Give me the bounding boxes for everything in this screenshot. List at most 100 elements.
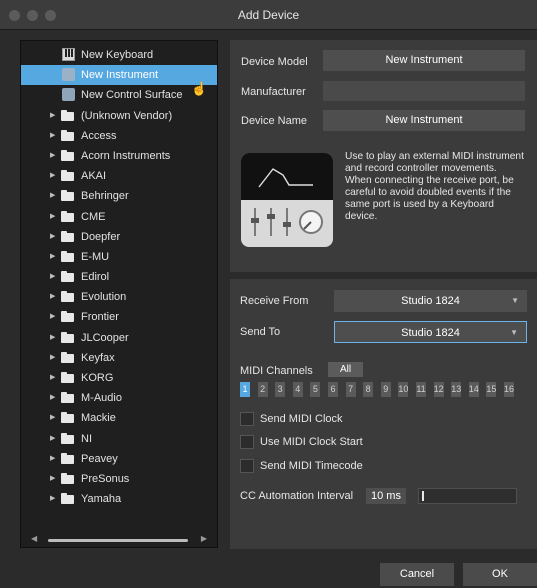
- device-tree-panel: New Keyboard New Instrument New Control Su…: [20, 40, 218, 548]
- expand-triangle-icon[interactable]: ▶: [50, 348, 55, 368]
- expand-triangle-icon[interactable]: ▶: [50, 106, 55, 126]
- expand-triangle-icon[interactable]: ▶: [50, 186, 55, 206]
- midi-channel-button[interactable]: 1: [240, 382, 250, 397]
- expand-triangle-icon[interactable]: ▶: [50, 146, 55, 166]
- scroll-right-icon[interactable]: ▶: [201, 534, 207, 543]
- tree-item[interactable]: ▶ Frontier: [21, 307, 217, 327]
- midi-channel-button[interactable]: 11: [416, 382, 426, 397]
- device-model-label: Device Model: [241, 56, 308, 68]
- expand-triangle-icon[interactable]: ▶: [50, 287, 55, 307]
- tree-item[interactable]: ▶ Evolution: [21, 287, 217, 307]
- tree-item[interactable]: ▶ Access: [21, 126, 217, 146]
- midi-channel-button[interactable]: 15: [486, 382, 496, 397]
- receive-from-dropdown[interactable]: Studio 1824 ▼: [334, 290, 527, 312]
- expand-triangle-icon[interactable]: ▶: [50, 368, 55, 388]
- horizontal-scrollbar[interactable]: ◀ ▶: [21, 533, 217, 547]
- ok-button[interactable]: OK: [463, 563, 537, 586]
- tree-item-label: Edirol: [81, 271, 110, 284]
- tree-item[interactable]: ▶ NI: [21, 429, 217, 449]
- tree-item[interactable]: ▶ M-Audio: [21, 388, 217, 408]
- midi-channel-button[interactable]: 8: [363, 382, 374, 397]
- tree-item[interactable]: ▶ E-MU: [21, 247, 217, 267]
- tree-item[interactable]: ▶ Acorn Instruments: [21, 146, 217, 166]
- expand-triangle-icon[interactable]: ▶: [50, 247, 55, 267]
- expand-triangle-icon[interactable]: ▶: [50, 126, 55, 146]
- tree-item[interactable]: ▶ Doepfer: [21, 227, 217, 247]
- tree-item-label: Mackie: [81, 412, 116, 425]
- midi-channel-button[interactable]: 10: [398, 382, 408, 397]
- folder-icon: [61, 351, 74, 363]
- expand-triangle-icon[interactable]: ▶: [50, 489, 55, 509]
- midi-channel-button[interactable]: 13: [451, 382, 461, 397]
- tree-item[interactable]: ▶ (Unknown Vendor): [21, 106, 217, 126]
- expand-triangle-icon[interactable]: ▶: [50, 328, 55, 348]
- folder-icon: [61, 109, 74, 121]
- folder-icon: [61, 392, 74, 404]
- folder-icon: [61, 291, 74, 303]
- slider-handle[interactable]: [422, 491, 424, 501]
- midi-channel-button[interactable]: 4: [292, 382, 303, 397]
- tree-item-label: Peavey: [81, 452, 118, 465]
- tree-item[interactable]: ▶ AKAI: [21, 166, 217, 186]
- expand-triangle-icon[interactable]: ▶: [50, 267, 55, 287]
- tree-item[interactable]: New Instrument: [21, 65, 217, 86]
- tree-item[interactable]: ▶ Edirol: [21, 267, 217, 287]
- expand-triangle-icon[interactable]: ▶: [50, 429, 55, 449]
- folder-icon: [61, 493, 74, 505]
- tree-item[interactable]: ▶ Yamaha: [21, 489, 217, 509]
- send-to-dropdown[interactable]: Studio 1824 ▼: [334, 321, 527, 343]
- send-midi-clock-checkbox[interactable]: [240, 412, 254, 426]
- midi-channel-button[interactable]: 6: [328, 382, 338, 397]
- midi-channel-button[interactable]: 16: [504, 382, 514, 397]
- send-midi-timecode-label: Send MIDI Timecode: [260, 460, 363, 472]
- midi-channel-button[interactable]: 14: [468, 382, 479, 397]
- expand-triangle-icon[interactable]: ▶: [50, 388, 55, 408]
- tree-item[interactable]: ▶ CME: [21, 207, 217, 227]
- tree-item[interactable]: ▶ Behringer: [21, 186, 217, 206]
- cancel-button[interactable]: Cancel: [380, 563, 454, 586]
- folder-icon: [61, 331, 74, 343]
- tree-item[interactable]: ▶ PreSonus: [21, 469, 217, 489]
- scroll-left-icon[interactable]: ◀: [31, 534, 37, 543]
- device-name-field[interactable]: New Instrument: [323, 110, 525, 131]
- chevron-down-icon: ▼: [511, 296, 519, 305]
- tree-item-label: Acorn Instruments: [81, 149, 171, 162]
- expand-triangle-icon[interactable]: ▶: [50, 207, 55, 227]
- midi-channel-button[interactable]: 3: [275, 382, 286, 397]
- midi-channels-label: MIDI Channels: [240, 365, 313, 377]
- device-model-field[interactable]: New Instrument: [323, 50, 525, 71]
- midi-channel-button[interactable]: 12: [433, 382, 444, 397]
- folder-icon: [61, 170, 74, 182]
- tree-item[interactable]: ▶ KORG: [21, 368, 217, 388]
- use-midi-clock-start-label: Use MIDI Clock Start: [260, 436, 363, 448]
- tree-item[interactable]: ▶ JLCooper: [21, 328, 217, 348]
- expand-triangle-icon[interactable]: ▶: [50, 449, 55, 469]
- folder-icon: [61, 190, 74, 202]
- expand-triangle-icon[interactable]: ▶: [50, 307, 55, 327]
- tree-item-label: Access: [81, 129, 117, 142]
- midi-channel-button[interactable]: 7: [345, 382, 356, 397]
- tree-item[interactable]: New Keyboard: [21, 45, 217, 65]
- receive-from-value: Studio 1824: [401, 295, 460, 307]
- midi-channel-button[interactable]: 2: [257, 382, 268, 397]
- tree-item-label: AKAI: [81, 170, 107, 183]
- tree-item[interactable]: ▶ Keyfax: [21, 348, 217, 368]
- all-channels-button[interactable]: All: [328, 362, 363, 377]
- expand-triangle-icon[interactable]: ▶: [50, 166, 55, 186]
- midi-channel-button[interactable]: 9: [380, 382, 391, 397]
- tree-item[interactable]: New Control Surface: [21, 85, 217, 105]
- use-midi-clock-start-checkbox[interactable]: [240, 435, 254, 449]
- tree-item[interactable]: ▶ Mackie: [21, 408, 217, 428]
- expand-triangle-icon[interactable]: ▶: [50, 227, 55, 247]
- expand-triangle-icon[interactable]: ▶: [50, 469, 55, 489]
- manufacturer-field[interactable]: [323, 81, 525, 101]
- tree-item[interactable]: ▶ Peavey: [21, 449, 217, 469]
- cc-interval-slider[interactable]: [418, 488, 517, 504]
- expand-triangle-icon[interactable]: ▶: [50, 408, 55, 428]
- instrument-icon: [62, 68, 75, 82]
- send-midi-timecode-checkbox[interactable]: [240, 459, 254, 473]
- scrollbar-thumb[interactable]: [48, 539, 188, 542]
- midi-channel-button[interactable]: 5: [310, 382, 321, 397]
- cc-interval-field[interactable]: 10 ms: [366, 488, 406, 504]
- send-to-label: Send To: [240, 326, 281, 338]
